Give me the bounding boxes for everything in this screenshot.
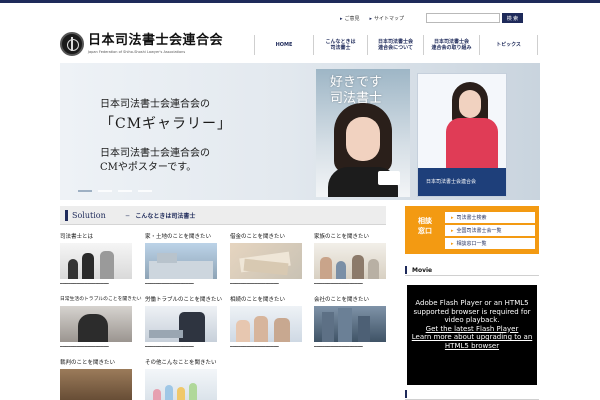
solution-card-text: ━━━━━━━━━━━━━━━━━━ bbox=[60, 282, 109, 287]
solution-card-title: 家・土地のことを聞きたい bbox=[145, 234, 212, 240]
solution-card-title: 労働トラブルのことを聞きたい bbox=[145, 297, 223, 303]
section-bar bbox=[405, 266, 407, 274]
hero-line-3: 日本司法書士会連合会の bbox=[100, 148, 210, 159]
logo-subtitle: Japan Federation of Shiho-Shoshi Lawyer'… bbox=[88, 50, 186, 54]
hero-slider[interactable]: 日本司法書士会連合会の 「CMギャラリー」 日本司法書士会連合会の CMやポスタ… bbox=[60, 63, 540, 200]
solution-card-text: ━━━━━━━━━━━━━━━━━━ bbox=[230, 345, 279, 350]
consult-window-list-button[interactable]: 相談窓口一覧 bbox=[445, 238, 535, 249]
booklet-band-text: 日本司法書士会連合会 bbox=[426, 179, 477, 185]
association-list-button[interactable]: 全国司法書士会一覧 bbox=[445, 225, 535, 236]
solution-card-text: ━━━━━━━━━━━━━━━━━━ bbox=[145, 282, 194, 287]
main-nav: HOME こんなときは 司法書士 日本司法書士会 連合会について 日本司法書士会… bbox=[254, 35, 538, 55]
solution-card[interactable]: 家族のことを聞きたい ━━━━━━━━━━━━━━━━━━ bbox=[314, 233, 394, 288]
emblem-icon bbox=[60, 32, 84, 56]
get-flash-link[interactable]: Get the latest Flash Player bbox=[407, 325, 537, 334]
top-accent-bar bbox=[0, 0, 600, 3]
search-button[interactable]: 検 索 bbox=[502, 13, 523, 23]
solution-card-image bbox=[314, 243, 386, 279]
solution-card-text: ━━━━━━━━━━━━━━━━━━ bbox=[60, 345, 109, 350]
sitemap-link[interactable]: サイトマップ bbox=[370, 15, 404, 22]
lawyer-search-button[interactable]: 司法書士検索 bbox=[445, 212, 535, 223]
logo-title: 日本司法書士会連合会 bbox=[88, 33, 224, 48]
solution-card[interactable]: 相続のことを聞きたい ━━━━━━━━━━━━━━━━━━ bbox=[230, 296, 310, 351]
solution-card[interactable]: 日常生活のトラブルのことを聞きたい ━━━━━━━━━━━━━━━━━━ bbox=[60, 296, 142, 351]
solution-card-image bbox=[314, 306, 386, 342]
solution-card-image bbox=[60, 243, 132, 279]
solution-card-title: 日常生活のトラブルのことを聞きたい bbox=[60, 297, 142, 302]
search-input[interactable] bbox=[426, 13, 500, 23]
solution-card-text: ━━━━━━━━━━━━━━━━━━ bbox=[145, 345, 194, 350]
slider-dot[interactable] bbox=[138, 190, 152, 192]
html5-upgrade-link[interactable]: Learn more about upgrading to an HTML5 b… bbox=[407, 333, 537, 350]
site-logo[interactable]: 日本司法書士会連合会 Japan Federation of Shiho-Sho… bbox=[60, 32, 223, 56]
solution-card[interactable]: 会社のことを聞きたい ━━━━━━━━━━━━━━━━━━ bbox=[314, 296, 394, 351]
consult-label: 相談 窓口 bbox=[418, 217, 432, 235]
cm-poster-image: 好きです 司法書士 bbox=[316, 69, 410, 197]
solution-card-title: 裁判のことを聞きたい bbox=[60, 360, 116, 366]
solution-card-text: ━━━━━━━━━━━━━━━━━━ bbox=[314, 345, 363, 350]
solution-card-image bbox=[60, 369, 132, 400]
solution-card-image bbox=[60, 306, 132, 342]
nav-topics[interactable]: トピックス bbox=[479, 35, 538, 55]
video-player[interactable]: Adobe Flash Player or an HTML5 supported… bbox=[407, 285, 537, 385]
nav-about[interactable]: 日本司法書士会 連合会について bbox=[367, 35, 423, 55]
solution-header: Solution ─ こんなときは司法書士 bbox=[60, 206, 386, 225]
hero-line-2: 「CMギャラリー」 bbox=[100, 116, 233, 132]
section-bar bbox=[65, 209, 68, 221]
solution-card-image bbox=[145, 369, 217, 400]
poster-headline: 好きです 司法書士 bbox=[330, 75, 383, 106]
nav-initiatives-label: 日本司法書士会 連合会の取り組み bbox=[431, 39, 472, 51]
poster-booklet-image: 日本司法書士会連合会 bbox=[417, 73, 507, 197]
solution-card-image bbox=[145, 243, 217, 279]
nav-home-label: HOME bbox=[275, 42, 293, 48]
nav-when-shihoshoshi[interactable]: こんなときは 司法書士 bbox=[313, 35, 367, 55]
nav-when-shihoshoshi-label: こんなときは 司法書士 bbox=[325, 39, 356, 51]
solution-card-text: ━━━━━━━━━━━━━━━━━━ bbox=[314, 282, 363, 287]
solution-card-title: 会社のことを聞きたい bbox=[314, 297, 370, 303]
solution-card-title: 家族のことを聞きたい bbox=[314, 234, 370, 240]
movie-header: Movie bbox=[405, 265, 539, 276]
movie-title: Movie bbox=[412, 266, 433, 274]
slider-dot[interactable] bbox=[98, 190, 112, 192]
solution-card-image bbox=[230, 306, 302, 342]
hero-line-4: CMやポスターです。 bbox=[100, 162, 197, 173]
solution-card-image bbox=[230, 243, 302, 279]
solution-card[interactable]: 家・土地のことを聞きたい ━━━━━━━━━━━━━━━━━━ bbox=[145, 233, 225, 288]
solution-card-text: ━━━━━━━━━━━━━━━━━━ bbox=[230, 282, 279, 287]
feedback-link[interactable]: ご意見 bbox=[340, 15, 360, 22]
solution-card[interactable]: その他こんなことを聞きたい bbox=[145, 359, 225, 400]
solution-card[interactable]: 裁判のことを聞きたい bbox=[60, 359, 140, 400]
solution-card-title: 借金のことを聞きたい bbox=[230, 234, 286, 240]
solution-card-title: 司法書士とは bbox=[60, 234, 94, 240]
nav-home[interactable]: HOME bbox=[254, 35, 313, 55]
next-section-header bbox=[405, 389, 539, 400]
solution-card[interactable]: 借金のことを聞きたい ━━━━━━━━━━━━━━━━━━ bbox=[230, 233, 310, 288]
nav-topics-label: トピックス bbox=[496, 42, 521, 48]
consult-panel: 相談 窓口 司法書士検索 全国司法書士会一覧 相談窓口一覧 bbox=[405, 206, 539, 254]
section-bar bbox=[405, 390, 407, 398]
slider-dot[interactable] bbox=[118, 190, 132, 192]
slider-dot[interactable] bbox=[78, 190, 92, 192]
utility-links: ご意見 サイトマップ bbox=[340, 15, 405, 22]
solution-title: Solution bbox=[72, 210, 106, 220]
nav-about-label: 日本司法書士会 連合会について bbox=[377, 39, 413, 51]
poster-logo bbox=[378, 171, 400, 185]
flash-required-text: Adobe Flash Player or an HTML5 supported… bbox=[413, 299, 531, 324]
solution-subtitle: ─ こんなときは司法書士 bbox=[125, 212, 196, 220]
solution-card[interactable]: 司法書士とは ━━━━━━━━━━━━━━━━━━ bbox=[60, 233, 140, 288]
solution-card[interactable]: 労働トラブルのことを聞きたい ━━━━━━━━━━━━━━━━━━ bbox=[145, 296, 225, 351]
solution-card-title: 相続のことを聞きたい bbox=[230, 297, 286, 303]
hero-line-1: 日本司法書士会連合会の bbox=[100, 99, 210, 110]
nav-initiatives[interactable]: 日本司法書士会 連合会の取り組み bbox=[423, 35, 479, 55]
slider-dots bbox=[78, 190, 152, 192]
solution-card-title: その他こんなことを聞きたい bbox=[145, 360, 217, 366]
solution-card-image bbox=[145, 306, 217, 342]
